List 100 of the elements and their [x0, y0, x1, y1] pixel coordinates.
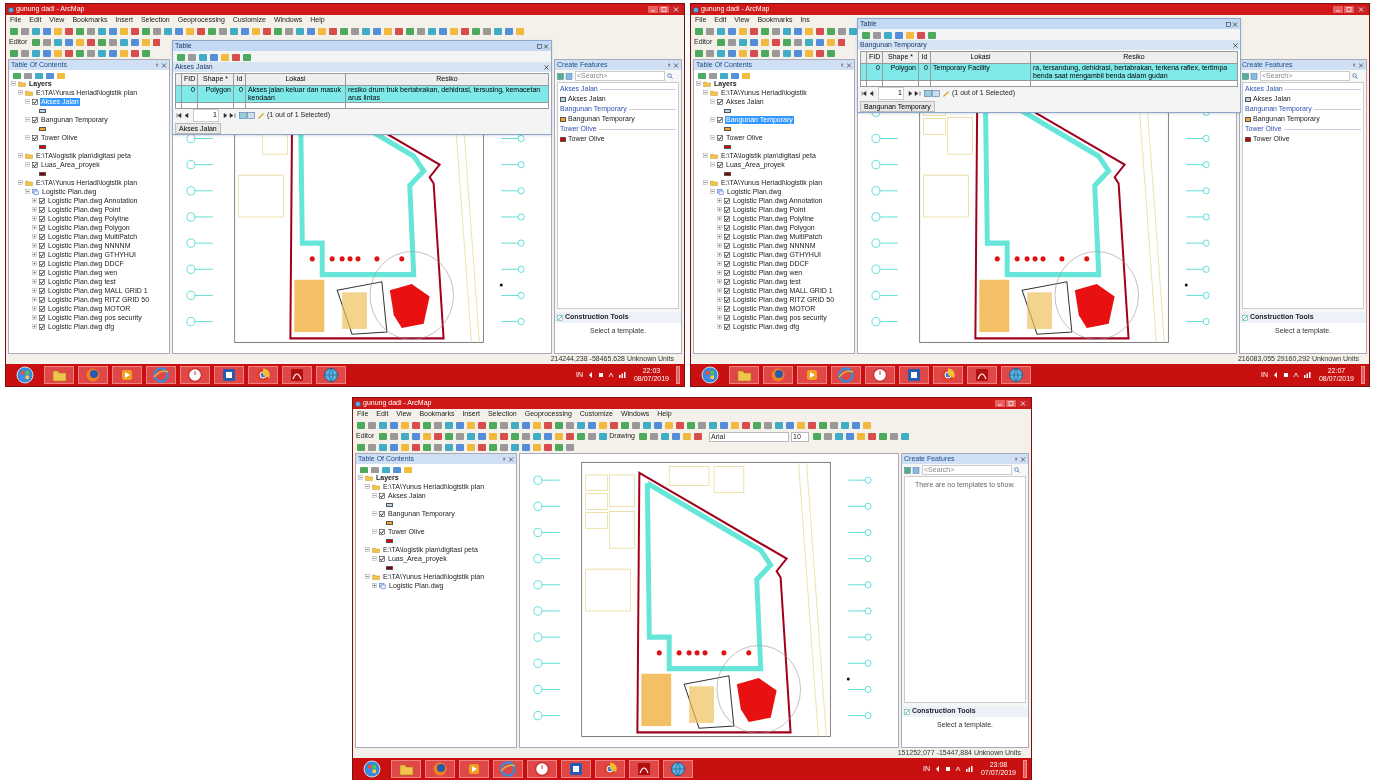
checkbox[interactable] [724, 269, 730, 276]
next-last-icon[interactable] [907, 91, 921, 96]
toc-toolbar-drawing[interactable] [696, 70, 752, 79]
checkbox[interactable] [724, 206, 730, 213]
document-icon[interactable] [567, 760, 585, 778]
pdf-icon[interactable] [635, 760, 653, 778]
pin-close-icon[interactable] [841, 62, 852, 68]
checkbox[interactable] [724, 197, 730, 204]
close-icon[interactable] [544, 64, 549, 70]
window-controls-icon[interactable] [1226, 21, 1238, 27]
plus-box-icon[interactable] [32, 225, 37, 230]
checkbox[interactable] [717, 161, 723, 168]
plus-box-icon[interactable] [32, 324, 37, 329]
toolbar-drawing[interactable] [30, 37, 161, 48]
browser-icon[interactable] [152, 366, 170, 384]
plus-box-icon[interactable] [32, 297, 37, 302]
checkbox[interactable] [32, 116, 38, 123]
plus-box-icon[interactable] [717, 234, 722, 239]
checkbox[interactable] [39, 197, 45, 204]
plus-box-icon[interactable] [32, 234, 37, 239]
plus-box-icon[interactable] [717, 225, 722, 230]
plus-box-icon[interactable] [710, 162, 715, 167]
toolbar-drawing[interactable] [355, 442, 575, 453]
plus-box-icon[interactable] [32, 252, 37, 257]
wheel-icon[interactable] [939, 366, 957, 384]
checkbox[interactable] [724, 287, 730, 294]
toc-toolbar-drawing[interactable] [11, 70, 67, 79]
checkbox[interactable] [39, 251, 45, 258]
plus-box-icon[interactable] [32, 288, 37, 293]
globe-icon[interactable] [322, 366, 340, 384]
template-tools-icon[interactable] [904, 466, 920, 474]
checkbox[interactable] [39, 278, 45, 285]
minus-box-icon[interactable] [703, 153, 708, 158]
toolbar-drawing[interactable] [715, 37, 846, 48]
close-icon[interactable] [1233, 42, 1238, 48]
pin-close-icon[interactable] [668, 62, 679, 68]
search-icon[interactable] [667, 73, 673, 79]
plus-box-icon[interactable] [710, 135, 715, 140]
plus-box-icon[interactable] [25, 99, 30, 104]
globe-icon[interactable] [669, 760, 687, 778]
checkbox[interactable] [379, 555, 385, 562]
checkbox[interactable] [379, 528, 385, 535]
plus-box-icon[interactable] [25, 135, 30, 140]
checkbox[interactable] [724, 233, 730, 240]
pdf-icon[interactable] [288, 366, 306, 384]
checkbox[interactable] [39, 233, 45, 240]
toolbar-drawing[interactable] [811, 431, 911, 442]
pin-close-icon[interactable] [503, 456, 514, 462]
minus-box-icon[interactable] [11, 81, 16, 86]
checkbox[interactable] [39, 215, 45, 222]
pin-close-icon[interactable] [1353, 62, 1364, 68]
plus-box-icon[interactable] [717, 252, 722, 257]
minus-box-icon[interactable] [18, 90, 23, 95]
minus-box-icon[interactable] [696, 81, 701, 86]
checkbox[interactable] [724, 242, 730, 249]
pin-close-icon[interactable] [1015, 456, 1026, 462]
plus-box-icon[interactable] [717, 207, 722, 212]
start-orb-icon[interactable] [701, 366, 719, 384]
search-icon[interactable] [1014, 467, 1020, 473]
checkbox[interactable] [724, 260, 730, 267]
window-controls-icon[interactable] [995, 400, 1029, 407]
document-icon[interactable] [905, 366, 923, 384]
checkbox[interactable] [32, 98, 38, 105]
checkbox[interactable] [39, 323, 45, 330]
browser-icon[interactable] [837, 366, 855, 384]
template-tools-icon[interactable] [557, 72, 573, 80]
toolbar-drawing[interactable] [377, 431, 608, 442]
plus-box-icon[interactable] [32, 270, 37, 275]
checkbox[interactable] [379, 492, 385, 499]
plus-box-icon[interactable] [372, 529, 377, 534]
globe-icon[interactable] [1007, 366, 1025, 384]
view-toggle-icon[interactable] [924, 90, 940, 97]
checkbox[interactable] [39, 260, 45, 267]
plus-box-icon[interactable] [717, 306, 722, 311]
clock-icon[interactable] [871, 366, 889, 384]
checkbox[interactable] [724, 224, 730, 231]
plus-box-icon[interactable] [32, 198, 37, 203]
plus-box-icon[interactable] [32, 315, 37, 320]
minus-box-icon[interactable] [25, 189, 30, 194]
first-previous-icon[interactable] [861, 91, 875, 96]
window-controls-icon[interactable] [1333, 6, 1367, 13]
plus-box-icon[interactable] [710, 99, 715, 104]
start-orb-icon[interactable] [363, 760, 381, 778]
plus-box-icon[interactable] [25, 117, 30, 122]
plus-box-icon[interactable] [717, 297, 722, 302]
plus-box-icon[interactable] [717, 216, 722, 221]
first-previous-icon[interactable] [176, 113, 190, 118]
plus-box-icon[interactable] [717, 270, 722, 275]
checkbox[interactable] [724, 314, 730, 321]
checkbox[interactable] [39, 224, 45, 231]
start-orb-icon[interactable] [16, 366, 34, 384]
plus-box-icon[interactable] [717, 243, 722, 248]
checkbox[interactable] [39, 287, 45, 294]
plus-box-icon[interactable] [710, 117, 715, 122]
plus-box-icon[interactable] [32, 216, 37, 221]
minus-box-icon[interactable] [703, 90, 708, 95]
window-controls-icon[interactable] [537, 43, 549, 49]
plus-box-icon[interactable] [717, 288, 722, 293]
checkbox[interactable] [39, 296, 45, 303]
checkbox[interactable] [39, 242, 45, 249]
